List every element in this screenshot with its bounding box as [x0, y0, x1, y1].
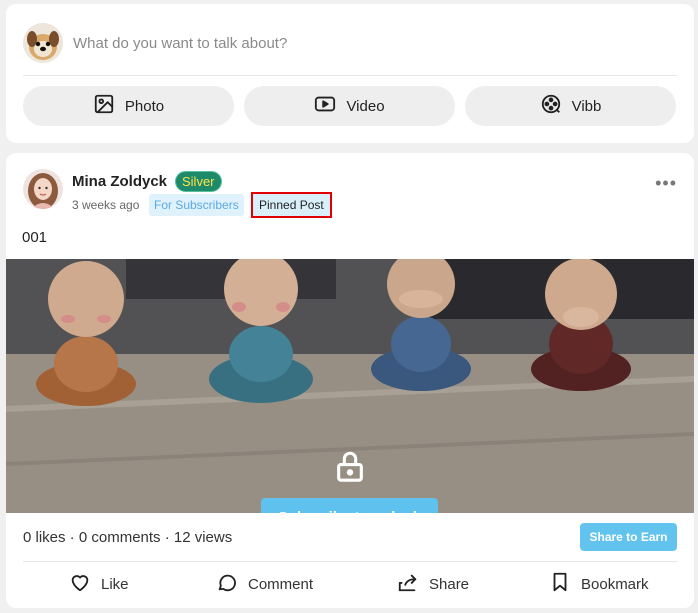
comment-button[interactable]: Comment	[216, 573, 313, 595]
more-options-icon[interactable]: •••	[655, 173, 677, 194]
share-button[interactable]: Share	[397, 573, 469, 595]
divider	[23, 561, 677, 562]
bookmark-button[interactable]: Bookmark	[549, 571, 649, 597]
share-label: Share	[429, 575, 470, 593]
locked-media: Subscribe to unlock 1	[6, 259, 694, 513]
audience-badge: For Subscribers	[149, 194, 244, 216]
film-reel-icon	[540, 93, 562, 119]
lock-icon	[333, 449, 367, 483]
video-button-label: Video	[346, 97, 385, 115]
share-to-earn-button[interactable]: Share to Earn	[580, 523, 677, 551]
divider	[23, 75, 677, 76]
post-composer: What do you want to talk about? Photo Vi…	[6, 4, 694, 143]
image-icon	[93, 93, 115, 119]
video-icon	[314, 93, 336, 119]
author-name[interactable]: Mina Zoldyck	[72, 173, 167, 190]
comment-icon	[216, 571, 238, 597]
video-button[interactable]: Video	[244, 86, 455, 126]
compose-input[interactable]: What do you want to talk about?	[73, 35, 287, 52]
author-avatar[interactable]	[23, 169, 63, 209]
user-avatar[interactable]	[23, 23, 63, 63]
post-caption: 001	[22, 229, 48, 246]
share-icon	[397, 571, 419, 597]
tier-badge: Silver	[175, 171, 222, 192]
post-stats: 0 likes · 0 comments · 12 views	[23, 529, 233, 546]
vibb-button[interactable]: Vibb	[465, 86, 676, 126]
vibb-button-label: Vibb	[571, 97, 602, 115]
bookmark-label: Bookmark	[581, 575, 649, 593]
subscribe-to-unlock-button[interactable]: Subscribe to unlock	[261, 498, 438, 513]
like-button[interactable]: Like	[69, 573, 129, 595]
pinned-badge: Pinned Post	[251, 192, 332, 218]
like-label: Like	[101, 575, 129, 593]
heart-icon	[69, 571, 91, 597]
photo-button[interactable]: Photo	[23, 86, 234, 126]
post-time: 3 weeks ago	[72, 198, 140, 212]
photo-button-label: Photo	[124, 97, 165, 115]
bookmark-icon	[549, 571, 571, 597]
comment-label: Comment	[248, 575, 314, 593]
post-card: Mina Zoldyck Silver 3 weeks ago For Subs…	[6, 153, 694, 608]
